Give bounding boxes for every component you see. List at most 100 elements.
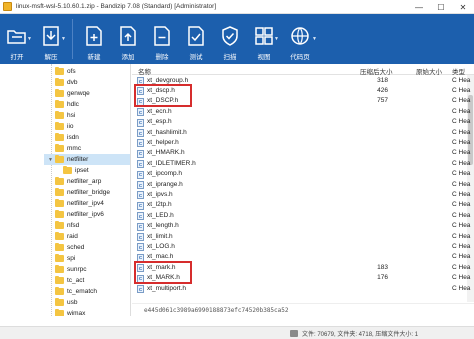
codepage-button[interactable]: 代码页 ▼ bbox=[281, 14, 319, 64]
file-row[interactable]: Cxt_limit.h C Hea bbox=[132, 231, 474, 242]
new-archive-button[interactable]: 新建 bbox=[77, 14, 111, 64]
status-bar: 文件: 70679, 文件夹: 4718, 压缩文件大小: 1 bbox=[0, 326, 474, 339]
file-row[interactable]: Cxt_hashlimit.h C Hea bbox=[132, 127, 474, 138]
extract-icon bbox=[40, 25, 62, 47]
tree-item[interactable]: netfilter bbox=[44, 154, 130, 165]
c-header-file-icon: C bbox=[137, 139, 144, 148]
delete-icon bbox=[151, 25, 173, 47]
tree-item[interactable]: raid bbox=[55, 231, 78, 242]
file-row[interactable]: Cxt_LED.h C Hea bbox=[132, 210, 474, 221]
tree-item[interactable]: hsi bbox=[55, 110, 75, 121]
compressed-size: 183 bbox=[377, 263, 388, 271]
file-name: xt_IDLETIMER.h bbox=[147, 159, 196, 167]
file-row[interactable]: Cxt_LOG.h C Hea bbox=[132, 241, 474, 252]
file-name: xt_multiport.h bbox=[147, 284, 187, 292]
add-button[interactable]: 添加 bbox=[111, 14, 145, 64]
tree-item[interactable]: netfilter_ipv6 bbox=[55, 209, 104, 220]
file-name: xt_helper.h bbox=[147, 138, 179, 146]
tree-item[interactable]: wimax bbox=[55, 308, 85, 316]
tree-item-label: sunrpc bbox=[67, 266, 87, 273]
tree-item-label: raid bbox=[67, 233, 78, 240]
codepage-button-label: 代码页 bbox=[290, 54, 310, 61]
minimize-button[interactable]: — bbox=[408, 0, 430, 14]
tree-item[interactable]: dvb bbox=[55, 77, 77, 88]
file-row[interactable]: Cxt_ecn.h C Hea bbox=[132, 106, 474, 117]
new-archive-button-label: 新建 bbox=[87, 54, 101, 61]
file-row[interactable]: Cxt_IDLETIMER.h C Hea bbox=[132, 158, 474, 169]
scan-button-label: 扫描 bbox=[223, 54, 237, 61]
tree-item[interactable]: iio bbox=[55, 121, 74, 132]
file-row[interactable]: Cxt_helper.h C Hea bbox=[132, 137, 474, 148]
tree-item[interactable]: netfilter_bridge bbox=[55, 187, 110, 198]
test-icon bbox=[185, 25, 207, 47]
folder-icon bbox=[55, 110, 64, 119]
archive-info-icon bbox=[290, 329, 298, 337]
file-type: C Hea bbox=[452, 190, 471, 198]
file-row[interactable]: Cxt_esp.h C Hea bbox=[132, 117, 474, 128]
chevron-down-icon[interactable]: ▼ bbox=[48, 157, 53, 163]
close-button[interactable]: ✕ bbox=[452, 0, 474, 14]
file-type: C Hea bbox=[452, 274, 471, 282]
c-header-file-icon: C bbox=[137, 160, 144, 169]
tree-item[interactable]: hdlc bbox=[55, 99, 79, 110]
file-type: C Hea bbox=[452, 149, 471, 157]
tree-item[interactable]: isdn bbox=[55, 132, 79, 143]
c-header-file-icon: C bbox=[137, 149, 144, 158]
file-row[interactable]: Cxt_iprange.h C Hea bbox=[132, 179, 474, 190]
file-type: C Hea bbox=[452, 211, 471, 219]
delete-button[interactable]: 删除 bbox=[145, 14, 179, 64]
file-name: xt_LOG.h bbox=[147, 242, 175, 250]
tree-item[interactable]: sched bbox=[55, 242, 84, 253]
chevron-down-icon: ▼ bbox=[61, 36, 66, 42]
folder-icon bbox=[55, 143, 64, 152]
open-button[interactable]: 打开 ▼ bbox=[0, 14, 34, 64]
view-button-label: 视图 bbox=[257, 54, 271, 61]
c-header-file-icon: C bbox=[137, 285, 144, 293]
file-name: xt_ipcomp.h bbox=[147, 170, 183, 178]
tree-item[interactable]: ofs bbox=[55, 66, 76, 77]
tree-item[interactable]: sunrpc bbox=[55, 264, 87, 275]
file-row[interactable]: Cxt_ipvs.h C Hea bbox=[132, 189, 474, 200]
tree-item[interactable]: netfilter_arp bbox=[55, 176, 101, 187]
file-name: xt_mac.h bbox=[147, 253, 174, 261]
add-file-icon bbox=[117, 25, 139, 47]
folder-icon bbox=[55, 121, 64, 130]
folder-icon bbox=[55, 253, 64, 262]
tree-item[interactable]: spi bbox=[55, 253, 75, 264]
tree-item[interactable]: tc_ematch bbox=[55, 286, 97, 297]
tree-item[interactable]: mmc bbox=[55, 143, 81, 154]
highlight-box bbox=[134, 84, 192, 108]
folder-icon bbox=[55, 88, 64, 97]
tree-item[interactable]: ipset bbox=[63, 165, 89, 176]
tree-item-label: usb bbox=[67, 299, 78, 306]
toolbar-divider bbox=[72, 19, 73, 59]
compressed-size: 176 bbox=[377, 274, 388, 282]
maximize-button[interactable]: ☐ bbox=[430, 0, 452, 14]
file-row[interactable]: Cxt_length.h C Hea bbox=[132, 221, 474, 232]
tree-item-label: tc_ematch bbox=[67, 288, 97, 295]
folder-tree: ofs dvb genwqe hdlc hsi iio isdn mmc netfilter ▼ i… bbox=[0, 64, 131, 316]
file-row[interactable]: Cxt_HMARK.h C Hea bbox=[132, 148, 474, 159]
tree-item[interactable]: tc_act bbox=[55, 275, 84, 286]
extract-button[interactable]: 解压 ▼ bbox=[34, 14, 68, 64]
view-button[interactable]: 视图 ▼ bbox=[247, 14, 281, 64]
file-row[interactable]: Cxt_multiport.h C Hea bbox=[132, 283, 474, 294]
tree-item[interactable]: netfilter_ipv4 bbox=[55, 198, 104, 209]
file-row[interactable]: Cxt_l2tp.h C Hea bbox=[132, 200, 474, 211]
folder-icon bbox=[55, 66, 64, 75]
file-name: xt_esp.h bbox=[147, 118, 172, 126]
tree-item[interactable]: nfsd bbox=[55, 220, 79, 231]
open-folder-icon bbox=[6, 25, 28, 47]
tree-item[interactable]: usb bbox=[55, 297, 77, 308]
window-title: linux-msft-wsl-5.10.60.1.zip - Bandizip … bbox=[16, 3, 217, 10]
file-type: C Hea bbox=[452, 253, 471, 261]
file-type: C Hea bbox=[452, 86, 471, 94]
scan-button[interactable]: 扫描 bbox=[213, 14, 247, 64]
tree-item[interactable]: genwqe bbox=[55, 88, 90, 99]
compressed-size: 757 bbox=[377, 97, 388, 105]
test-button[interactable]: 测试 bbox=[179, 14, 213, 64]
highlight-box bbox=[134, 261, 192, 284]
file-type: C Hea bbox=[452, 222, 471, 230]
add-button-label: 添加 bbox=[121, 54, 135, 61]
file-row[interactable]: Cxt_ipcomp.h C Hea bbox=[132, 169, 474, 180]
